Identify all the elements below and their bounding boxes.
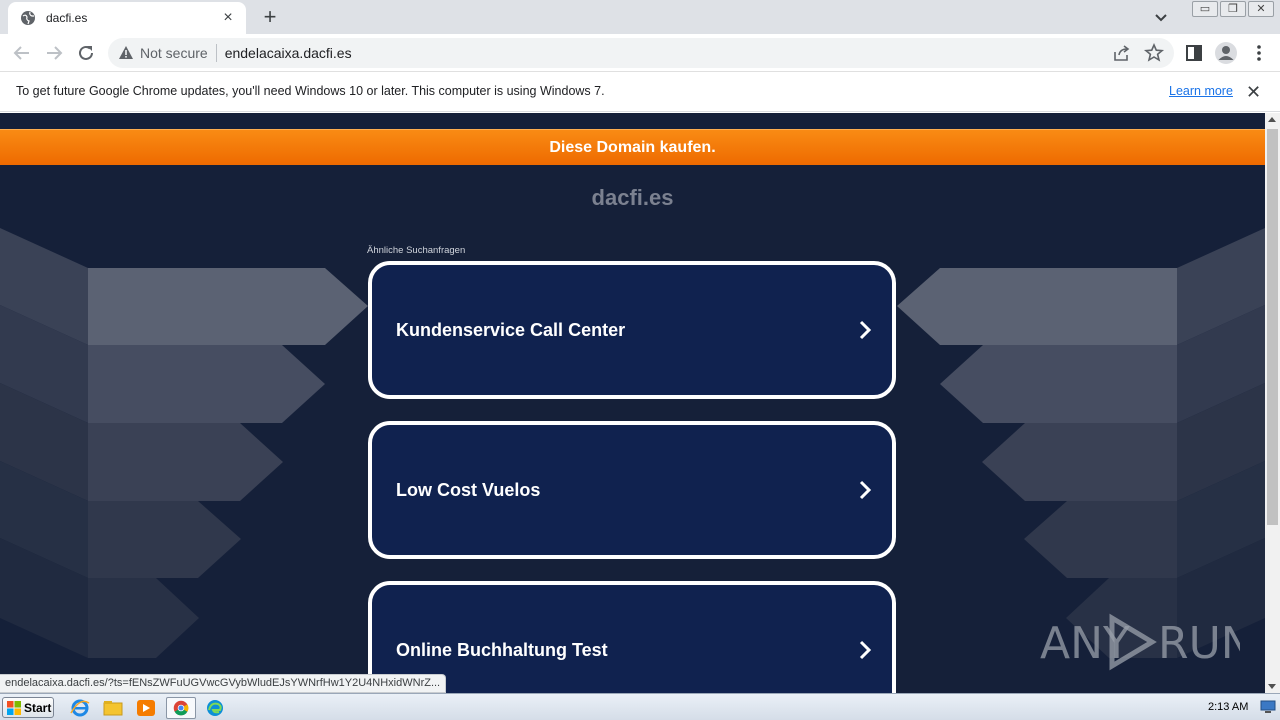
windows-logo-icon [7, 700, 21, 715]
windows-taskbar: Start 2:13 AM [0, 693, 1280, 720]
learn-more-link[interactable]: Learn more [1169, 84, 1233, 98]
explorer-icon[interactable] [101, 697, 125, 719]
profile-avatar-icon[interactable] [1214, 41, 1238, 65]
browser-tab[interactable]: dacfi.es × [8, 2, 246, 34]
chevron-right-icon [859, 480, 872, 500]
anyrun-watermark-logo: ANY RUN [1040, 613, 1240, 671]
minimize-button[interactable]: ▭ [1192, 1, 1218, 17]
start-label: Start [24, 700, 52, 715]
search-card[interactable]: Low Cost Vuelos [368, 421, 896, 559]
new-tab-button[interactable]: + [258, 5, 282, 29]
url-text[interactable]: endelacaixa.dacfi.es [225, 45, 1110, 61]
media-player-icon[interactable] [134, 697, 158, 719]
menu-kebab-icon[interactable] [1247, 41, 1271, 65]
browser-toolbar: Not secure endelacaixa.dacfi.es [0, 34, 1280, 72]
bookmark-star-icon[interactable] [1142, 41, 1166, 65]
infobar-message: To get future Google Chrome updates, you… [16, 84, 605, 98]
chevron-down-icon[interactable] [1150, 6, 1172, 28]
chevron-right-icon [859, 640, 872, 660]
chrome-icon[interactable] [166, 697, 196, 719]
share-icon[interactable] [1110, 41, 1134, 65]
domain-title: dacfi.es [591, 185, 674, 210]
infobar-close-icon[interactable]: ✕ [1246, 82, 1261, 103]
reload-icon[interactable] [74, 41, 98, 65]
svg-text:RUN: RUN [1158, 618, 1240, 669]
scroll-down-arrow-icon[interactable] [1268, 684, 1276, 689]
chevron-right-icon [859, 320, 872, 340]
globe-icon [21, 11, 35, 25]
warning-icon[interactable] [118, 45, 134, 61]
related-searches-label: Ähnliche Suchanfragen [367, 245, 466, 256]
tab-title: dacfi.es [46, 11, 88, 25]
buy-domain-banner[interactable]: Diese Domain kaufen. [0, 129, 1265, 165]
edge-icon[interactable] [203, 697, 227, 719]
address-bar[interactable]: Not secure endelacaixa.dacfi.es [108, 38, 1174, 68]
page-scrollbar[interactable] [1265, 113, 1280, 693]
forward-arrow-icon[interactable] [42, 41, 66, 65]
search-card[interactable]: Online Buchhaltung Test [368, 581, 896, 693]
link-status-bubble: endelacaixa.dacfi.es/?ts=fENsZWFuUGVwcGV… [0, 674, 447, 693]
window-controls: ▭ ❐ ✕ [1192, 1, 1274, 17]
close-window-button[interactable]: ✕ [1248, 1, 1274, 17]
show-desktop-icon[interactable] [1260, 698, 1276, 714]
search-card[interactable]: Kundenservice Call Center [368, 261, 896, 399]
ie-icon[interactable] [68, 697, 92, 719]
omnibox-divider [215, 44, 217, 62]
tab-close-icon[interactable]: × [220, 9, 236, 27]
scroll-up-arrow-icon[interactable] [1268, 117, 1276, 122]
update-infobar: To get future Google Chrome updates, you… [0, 72, 1280, 112]
side-panel-icon[interactable] [1182, 41, 1206, 65]
search-card-label: Low Cost Vuelos [396, 480, 541, 500]
back-arrow-icon[interactable] [10, 41, 34, 65]
taskbar-clock[interactable]: 2:13 AM [1208, 701, 1248, 713]
start-button[interactable]: Start [2, 697, 54, 718]
restore-button[interactable]: ❐ [1220, 1, 1246, 17]
search-card-label: Kundenservice Call Center [396, 320, 626, 340]
tab-strip: dacfi.es × + ▭ ❐ ✕ [0, 0, 1280, 34]
page-viewport: Diese Domain kaufen. dacfi.es Ähnliche S… [0, 113, 1265, 693]
security-label[interactable]: Not secure [140, 45, 208, 61]
scrollbar-thumb[interactable] [1267, 129, 1278, 525]
